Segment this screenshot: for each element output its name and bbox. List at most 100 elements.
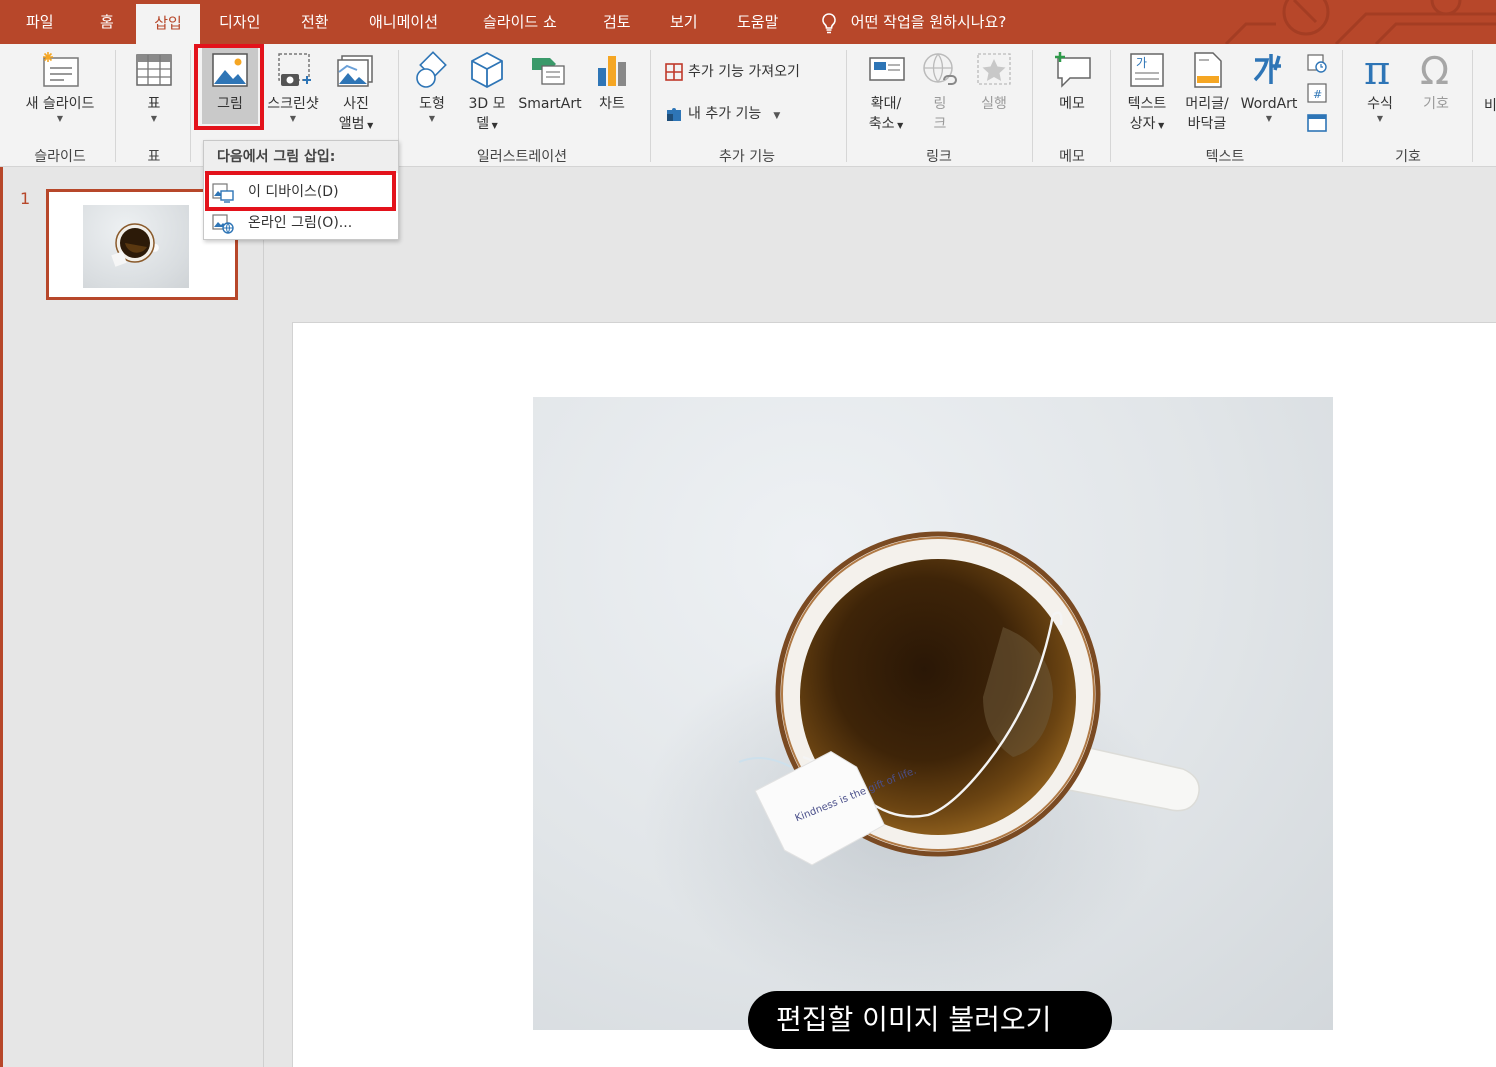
comment-button[interactable]: 메모 xyxy=(1044,50,1100,114)
group-label-slides: 슬라이드 xyxy=(34,149,86,165)
text-box-button[interactable]: 가 텍스트 상자 ▼ xyxy=(1118,50,1176,136)
shapes-icon xyxy=(416,51,447,88)
pi-icon: π xyxy=(1364,50,1390,90)
symbol-label: 기호 xyxy=(1423,96,1449,112)
screenshot-label: 스크린샷 xyxy=(267,96,319,112)
action-button[interactable]: 실행 xyxy=(968,50,1020,114)
ribbon-more-label: 비 xyxy=(1484,98,1496,114)
smartart-icon xyxy=(532,58,565,85)
object-button[interactable] xyxy=(1306,112,1328,138)
tab-review[interactable]: 검토 xyxy=(603,0,631,44)
star-action-icon xyxy=(977,53,1011,85)
tab-home[interactable]: 홈 xyxy=(100,0,114,44)
new-slide-icon xyxy=(43,52,79,87)
3d-models-label-2: 델 xyxy=(476,116,490,132)
tab-view[interactable]: 보기 xyxy=(670,0,698,44)
text-box-label-1: 텍스트 xyxy=(1127,96,1167,112)
tab-transitions[interactable]: 전환 xyxy=(301,0,329,44)
svg-text:가: 가 xyxy=(1136,56,1147,70)
shapes-button[interactable]: 도형 ▼ xyxy=(406,50,458,124)
comment-icon xyxy=(1055,52,1091,88)
svg-text:Ω: Ω xyxy=(1420,50,1449,90)
tab-help[interactable]: 도움말 xyxy=(737,0,778,44)
zoom-icon xyxy=(869,57,905,81)
slide-thumbnails-pane: 1 xyxy=(0,167,264,1067)
3d-models-button[interactable]: 3D 모 델 ▼ xyxy=(462,50,512,136)
this-device-highlight-box xyxy=(205,171,396,211)
tell-me-search[interactable]: 어떤 작업을 원하시나요? xyxy=(820,0,1006,44)
table-label: 표 xyxy=(147,96,161,112)
text-box-icon: 가 xyxy=(1130,53,1164,87)
tab-design[interactable]: 디자인 xyxy=(219,0,260,44)
shapes-label: 도형 xyxy=(419,96,445,112)
date-time-icon xyxy=(1307,54,1327,73)
photo-album-icon xyxy=(337,55,373,87)
insert-picture-menu-header: 다음에서 그림 삽입: xyxy=(204,141,398,173)
tab-animations[interactable]: 애니메이션 xyxy=(369,0,438,44)
svg-text:#: # xyxy=(1313,88,1322,101)
group-label-text: 텍스트 xyxy=(1205,149,1245,165)
header-footer-icon xyxy=(1194,52,1222,88)
link-button[interactable]: 링 크 xyxy=(914,50,966,134)
table-icon xyxy=(136,54,172,86)
group-label-symbols: 기호 xyxy=(1395,149,1421,165)
tab-slideshow[interactable]: 슬라이드 쇼 xyxy=(483,0,557,44)
slide-number-icon: # xyxy=(1307,83,1327,103)
chart-button[interactable]: 차트 xyxy=(588,50,636,114)
get-addins-label: 추가 기능 가져오기 xyxy=(688,64,800,80)
group-label-links: 링크 xyxy=(926,149,952,165)
zoom-button[interactable]: 확대/ 축소 ▼ xyxy=(858,50,914,136)
my-addins-button[interactable]: 내 추가 기능 ▼ xyxy=(664,104,780,126)
tea-cup-photo[interactable]: Kindness is the gift of life. xyxy=(533,397,1333,1030)
screenshot-button[interactable]: 스크린샷 ▼ xyxy=(262,50,324,124)
wordart-label: WordArt xyxy=(1240,96,1298,112)
chevron-down-icon: ▼ xyxy=(428,114,436,123)
header-footer-button[interactable]: 머리글/ 바닥글 xyxy=(1178,50,1236,134)
header-footer-label-1: 머리글/ xyxy=(1185,96,1229,112)
smartart-button[interactable]: SmartArt xyxy=(516,50,584,114)
thumbnail-image xyxy=(83,205,189,288)
date-time-button[interactable] xyxy=(1306,52,1328,78)
tea-cup-picture: Kindness is the gift of life. xyxy=(643,531,1200,1007)
tea-cup-thumbnail-picture xyxy=(111,223,159,267)
get-addins-button[interactable]: 추가 기능 가져오기 xyxy=(664,62,800,82)
photo-album-label-1: 사진 xyxy=(343,96,369,112)
group-label-comments: 메모 xyxy=(1059,149,1085,165)
slide-number-button[interactable]: # xyxy=(1306,82,1328,108)
store-grid-icon xyxy=(665,63,683,81)
tab-file[interactable]: 파일 xyxy=(26,0,54,44)
equation-button[interactable]: π 수식 ▼ xyxy=(1354,50,1406,124)
group-label-addins: 추가 기능 xyxy=(719,149,775,165)
new-slide-button[interactable]: 새 슬라이드 ▼ xyxy=(14,50,106,124)
slide-number: 1 xyxy=(20,189,31,208)
photo-album-button[interactable]: 사진 앨범 ▼ xyxy=(328,50,384,136)
group-label-illustrations: 일러스트레이션 xyxy=(476,149,568,165)
header-footer-label-2: 바닥글 xyxy=(1187,116,1227,132)
symbol-button[interactable]: Ω 기호 xyxy=(1410,50,1462,114)
link-label-1: 링 xyxy=(933,96,947,112)
chevron-down-icon: ▼ xyxy=(289,114,297,123)
tab-insert[interactable]: 삽입 xyxy=(136,4,200,44)
text-box-label-2: 상자 xyxy=(1129,116,1156,132)
link-label-2: 크 xyxy=(933,116,947,132)
lightbulb-icon xyxy=(820,0,846,44)
chart-label: 차트 xyxy=(599,96,625,112)
chevron-down-icon: ▼ xyxy=(1265,114,1273,123)
chevron-down-icon: ▼ xyxy=(150,114,158,123)
menu-item-online-pictures[interactable]: 온라인 그림(O)... xyxy=(204,208,398,238)
picture-highlight-box xyxy=(194,44,264,130)
chevron-down-icon: ▼ xyxy=(1376,114,1384,123)
ribbon-tab-bar: 파일 홈 삽입 디자인 전환 애니메이션 슬라이드 쇼 검토 보기 도움말 어떤… xyxy=(0,0,1496,44)
new-slide-label: 새 슬라이드 xyxy=(25,96,95,112)
zoom-label-1: 확대/ xyxy=(870,96,902,112)
3d-models-label-1: 3D 모 xyxy=(468,96,506,112)
addin-puzzle-icon xyxy=(667,108,681,121)
svg-text:π: π xyxy=(1364,50,1390,90)
menu-item-online-pictures-label: 온라인 그림(O)... xyxy=(248,215,353,231)
screenshot-icon xyxy=(278,53,311,86)
wordart-button[interactable]: WordArt ▼ xyxy=(1238,50,1300,124)
table-button[interactable]: 표 ▼ xyxy=(128,50,180,124)
tell-me-label: 어떤 작업을 원하시나요? xyxy=(850,13,1007,31)
chevron-down-icon: ▼ xyxy=(56,114,64,123)
action-label: 실행 xyxy=(981,96,1007,112)
